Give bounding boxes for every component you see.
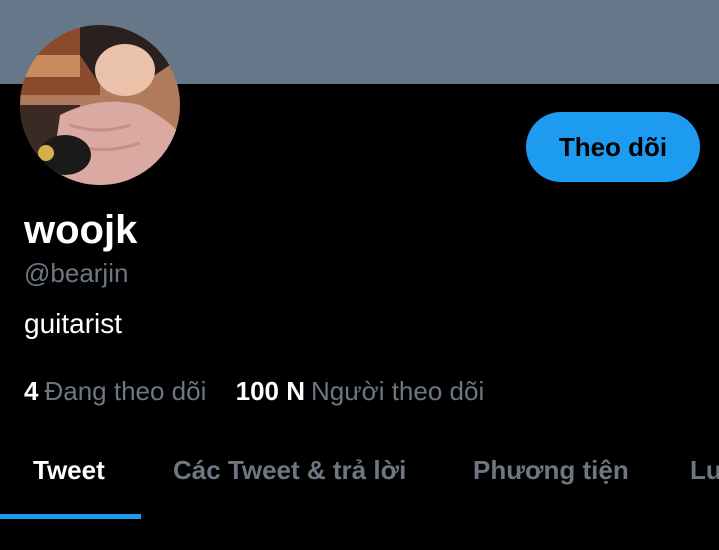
following-label: Đang theo dõi [44, 376, 207, 406]
profile-avatar[interactable] [20, 25, 180, 185]
profile-handle: @bearjin [24, 258, 129, 288]
following-stat-link[interactable]: 4 Đang theo dõi [24, 376, 214, 406]
tab-tweets[interactable]: Tweet [33, 450, 105, 490]
tab-media[interactable]: Phương tiện [473, 450, 629, 490]
avatar-photo [20, 25, 180, 185]
followers-stat-link[interactable]: 100 N Người theo dõi [236, 376, 485, 406]
tab-tweets-and-replies[interactable]: Các Tweet & trả lời [173, 450, 406, 490]
following-count: 4 [24, 376, 39, 406]
active-tab-indicator [0, 514, 141, 519]
tab-likes[interactable]: Lư [690, 450, 719, 490]
followers-count: 100 N [235, 376, 305, 406]
followers-label: Người theo dõi [311, 376, 485, 406]
profile-stats: 4 Đang theo dõi 100 N Người theo dõi [24, 375, 484, 407]
follow-button[interactable]: Theo dõi [526, 112, 700, 182]
display-name: woojk [24, 208, 138, 252]
profile-bio: guitarist [24, 308, 123, 339]
